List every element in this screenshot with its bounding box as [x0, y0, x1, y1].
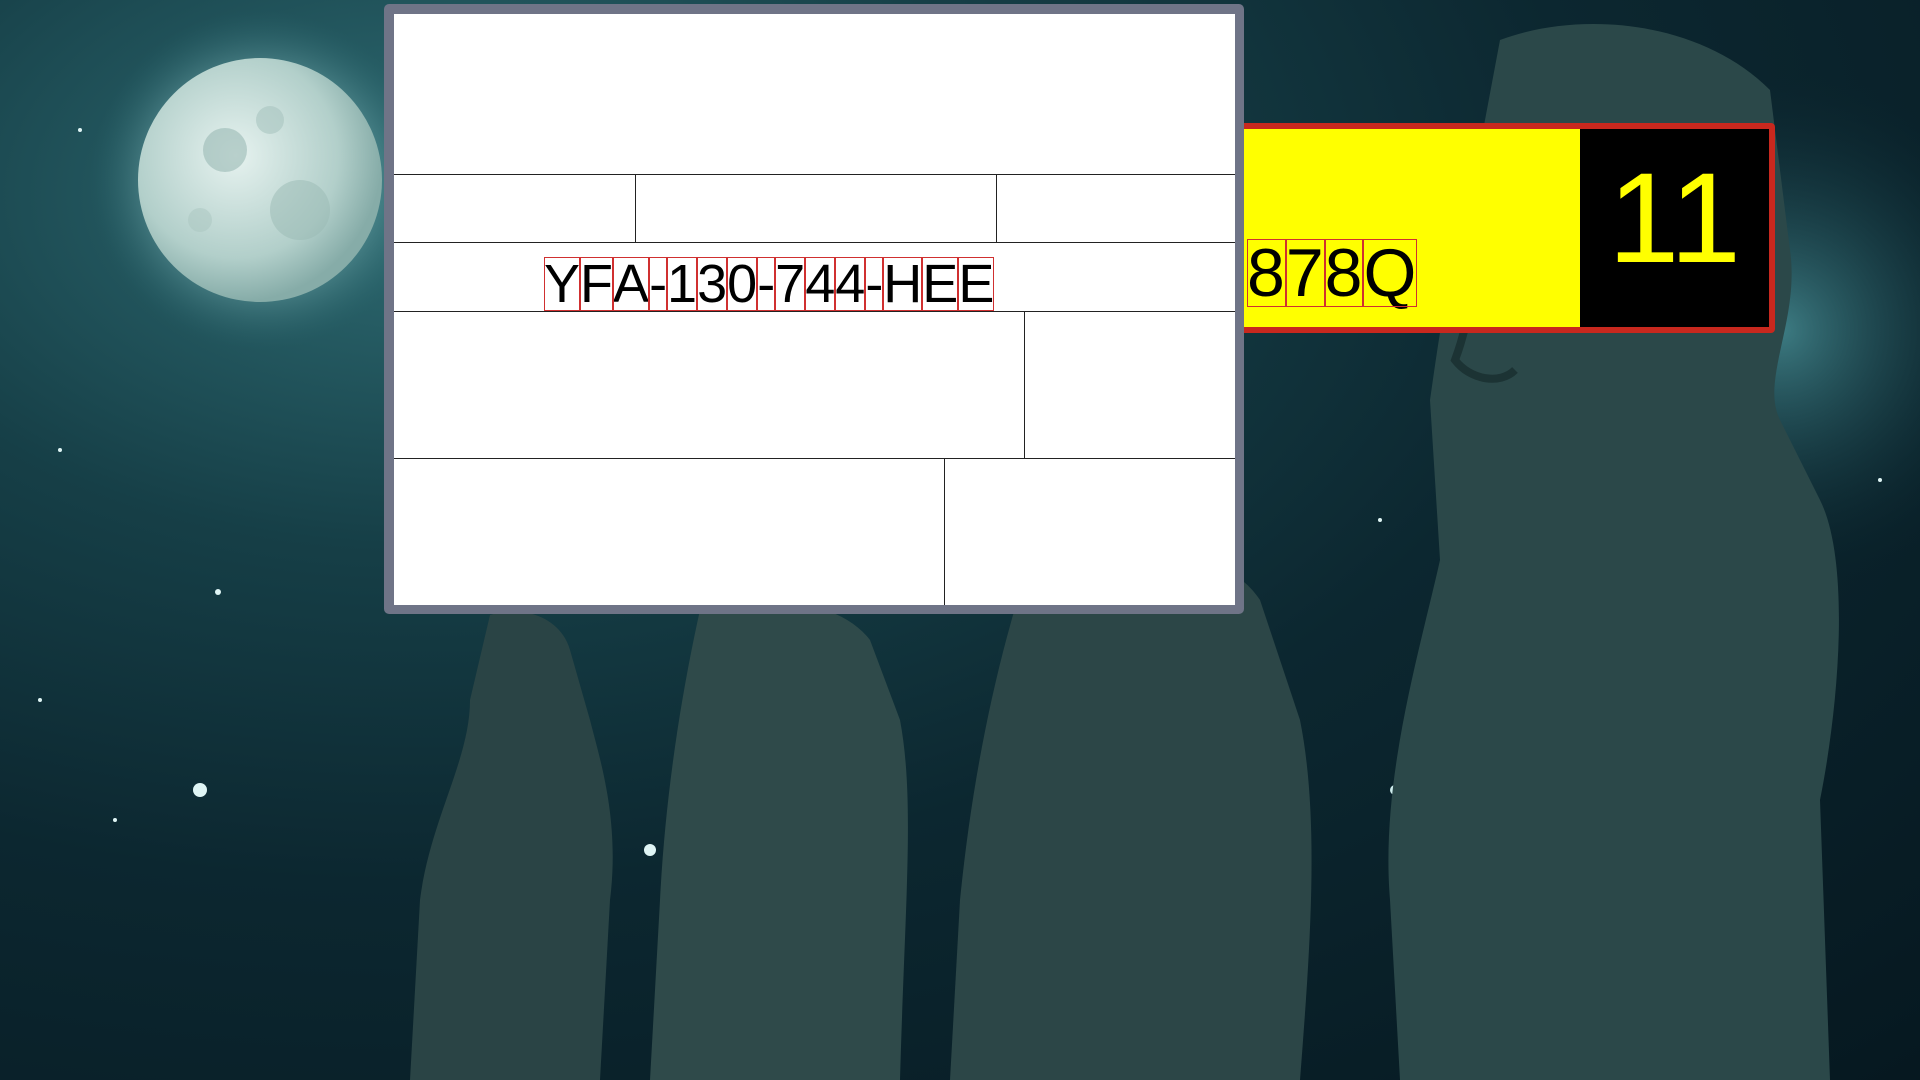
code-section: 878Q	[1198, 129, 1580, 327]
serial-char: 1	[667, 254, 698, 314]
form-window: YFA-130-744-HEE	[384, 4, 1244, 614]
grid-line	[635, 174, 636, 242]
side-code-char: Q	[1363, 235, 1418, 311]
serial-number-field: YFA-130-744-HEE	[544, 254, 995, 314]
serial-char: 3	[697, 254, 728, 314]
serial-char: E	[958, 254, 995, 314]
grid-line	[394, 174, 1235, 175]
grid-line	[996, 174, 997, 242]
grid-line	[394, 458, 1235, 459]
grid-line	[944, 458, 945, 605]
serial-char: E	[922, 254, 959, 314]
serial-char: F	[580, 254, 614, 314]
serial-char: -	[649, 254, 668, 314]
number-section: 11	[1580, 129, 1769, 327]
side-code-char: 7	[1285, 235, 1325, 311]
serial-char: H	[883, 254, 923, 314]
serial-char: 0	[727, 254, 758, 314]
serial-char: Y	[544, 254, 581, 314]
side-code-char: 8	[1247, 235, 1286, 311]
side-code: 878Q	[1247, 235, 1418, 311]
serial-char: 4	[805, 254, 836, 314]
serial-char: 7	[775, 254, 806, 314]
grid-line	[394, 242, 1235, 243]
grid-line	[1024, 311, 1025, 458]
panel-number: 11	[1608, 147, 1741, 290]
yellow-status-panel: 878Q 11	[1192, 123, 1775, 333]
form-grid: YFA-130-744-HEE	[394, 14, 1235, 605]
serial-char: A	[613, 254, 650, 314]
side-code-char: 8	[1324, 235, 1364, 311]
serial-char: -	[865, 254, 884, 314]
serial-char: 4	[835, 254, 866, 314]
serial-char: -	[757, 254, 776, 314]
